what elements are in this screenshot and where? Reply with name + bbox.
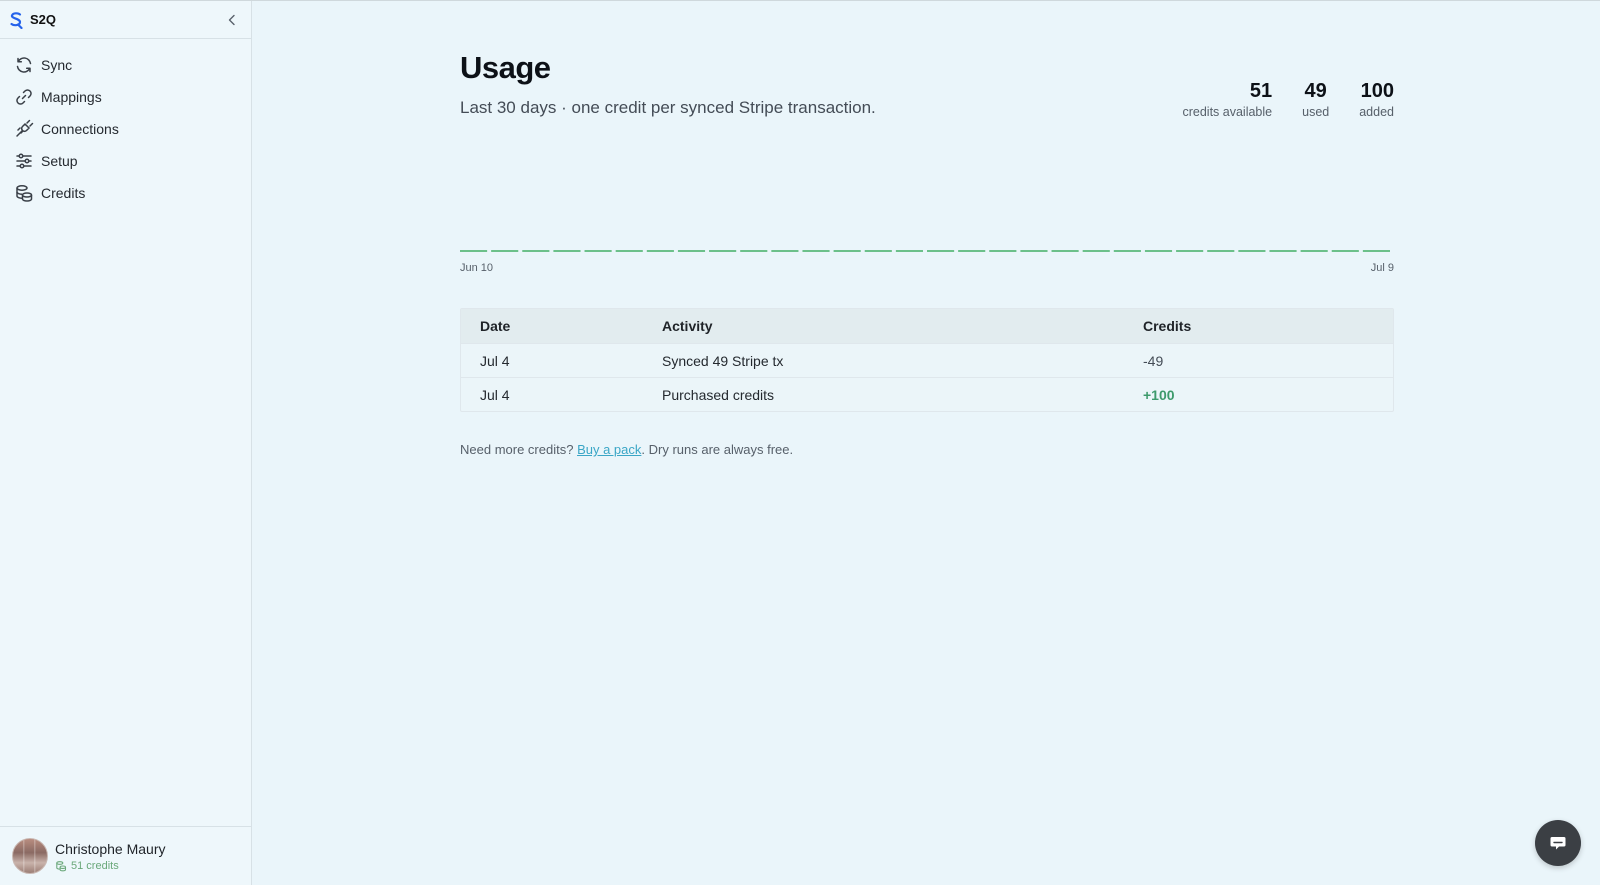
header-credits: Credits (1143, 318, 1192, 334)
usage-bar-day-7 (646, 250, 674, 252)
sync-icon (16, 57, 32, 73)
usage-bar-day-5 (584, 250, 612, 252)
usage-bar-day-28 (1300, 250, 1328, 252)
stat-value: 49 (1304, 80, 1327, 102)
sidebar-item-label: Setup (41, 153, 78, 169)
activity-table: Date Activity Credits Jul 4 Synced 49 St… (460, 308, 1394, 412)
usage-bar-day-18 (989, 250, 1017, 252)
usage-bar-day-22 (1113, 250, 1141, 252)
user-profile[interactable]: Christophe Maury 51 credits (0, 826, 251, 885)
coins-icon (16, 185, 33, 202)
note-suffix: . Dry runs are always free. (641, 442, 794, 457)
usage-bar-day-25 (1207, 250, 1235, 252)
usage-bar-day-27 (1269, 250, 1297, 252)
cell-activity: Synced 49 Stripe tx (662, 352, 784, 369)
usage-bar-day-20 (1051, 250, 1079, 252)
sidebar: S2Q Sync Mappings Connections Setup Cred… (0, 1, 252, 885)
page-title: Usage (460, 50, 551, 85)
chevron-left-icon (228, 14, 235, 25)
usage-bar-day-3 (522, 250, 550, 252)
buy-credits-note: Need more credits? Buy a pack. Dry runs … (460, 442, 793, 457)
sidebar-item-connections[interactable]: Connections (0, 113, 251, 145)
sidebar-item-credits[interactable]: Credits (0, 177, 251, 209)
link-icon (16, 89, 32, 105)
avatar (12, 838, 48, 874)
stat-label: used (1302, 105, 1330, 119)
usage-bar-day-26 (1238, 250, 1266, 252)
header-activity: Activity (662, 318, 713, 334)
usage-bar-day-21 (1082, 250, 1110, 252)
usage-bar-day-24 (1176, 250, 1204, 252)
usage-bar-day-15 (895, 250, 923, 252)
usage-bar-day-1 (460, 250, 488, 252)
usage-bar-day-14 (864, 250, 892, 252)
usage-bar-day-10 (740, 250, 768, 252)
sidebar-header: S2Q (0, 1, 251, 39)
table-row: Jul 4 Purchased credits +100 (461, 377, 1393, 411)
stat-value: 100 (1360, 80, 1394, 102)
sidebar-nav: Sync Mappings Connections Setup Credits (0, 39, 251, 209)
note-prefix: Need more credits? (460, 442, 578, 457)
usage-chart-svg (460, 250, 1390, 252)
collapse-sidebar-button[interactable] (223, 11, 241, 29)
cell-date: Jul 4 (480, 352, 510, 369)
usage-chart: Jun 10 Jul 9 (460, 240, 1394, 280)
table-row: Jul 4 Synced 49 Stripe tx -49 (461, 343, 1393, 377)
x-tick-end: Jul 9 (1370, 262, 1394, 274)
usage-bar-day-23 (1144, 250, 1173, 252)
usage-bar-day-4 (553, 250, 581, 252)
sidebar-item-setup[interactable]: Setup (0, 145, 251, 177)
app-name: S2Q (30, 12, 57, 27)
stat-credits-available: 51 credits available (1182, 80, 1272, 119)
chat-icon (1550, 837, 1566, 850)
chat-button[interactable] (1535, 820, 1581, 866)
usage-bar-day-11 (771, 250, 799, 252)
user-credits: 51 credits (55, 860, 166, 872)
sliders-icon (16, 153, 32, 169)
usage-bar-day-8 (677, 250, 706, 252)
user-credits-label: 51 credits (71, 859, 119, 872)
usage-bar-day-16 (927, 250, 955, 252)
cell-credits: -49 (1143, 352, 1164, 369)
buy-pack-link[interactable]: Buy a pack (577, 442, 641, 457)
stats-summary: 51 credits available 49 used 100 added (1182, 80, 1394, 119)
stat-label: added (1359, 105, 1394, 119)
stat-used: 49 used (1302, 80, 1329, 119)
sidebar-item-label: Credits (41, 185, 86, 201)
usage-bar-day-19 (1020, 250, 1048, 252)
user-name: Christophe Maury (55, 840, 166, 857)
usage-bar-day-17 (958, 250, 986, 252)
stat-label: credits available (1182, 105, 1273, 119)
table-header-row: Date Activity Credits (461, 309, 1393, 343)
usage-bar-day-29 (1331, 250, 1359, 252)
header-date: Date (480, 318, 511, 334)
usage-bar-day-12 (802, 250, 830, 252)
cell-credits: +100 (1143, 386, 1175, 403)
usage-bar-day-13 (833, 250, 861, 252)
page-subtitle: Last 30 days · one credit per synced Str… (460, 98, 876, 117)
sidebar-item-label: Connections (41, 121, 119, 137)
usage-bar-day-9 (709, 250, 737, 252)
coins-icon (56, 860, 67, 871)
plug-icon (16, 119, 34, 137)
sidebar-item-label: Sync (41, 57, 73, 73)
usage-bar-day-6 (615, 250, 643, 252)
usage-bar-day-2 (491, 250, 519, 252)
usage-bar-day-30 (1362, 250, 1390, 252)
x-tick-start: Jun 10 (460, 262, 494, 274)
sidebar-item-sync[interactable]: Sync (0, 49, 251, 81)
stat-added: 100 added (1359, 80, 1394, 119)
sidebar-item-label: Mappings (41, 89, 102, 105)
stat-value: 51 (1249, 80, 1273, 102)
s2q-logo-icon (10, 11, 23, 29)
sidebar-item-mappings[interactable]: Mappings (0, 81, 251, 113)
cell-date: Jul 4 (480, 386, 510, 403)
cell-activity: Purchased credits (662, 386, 775, 403)
